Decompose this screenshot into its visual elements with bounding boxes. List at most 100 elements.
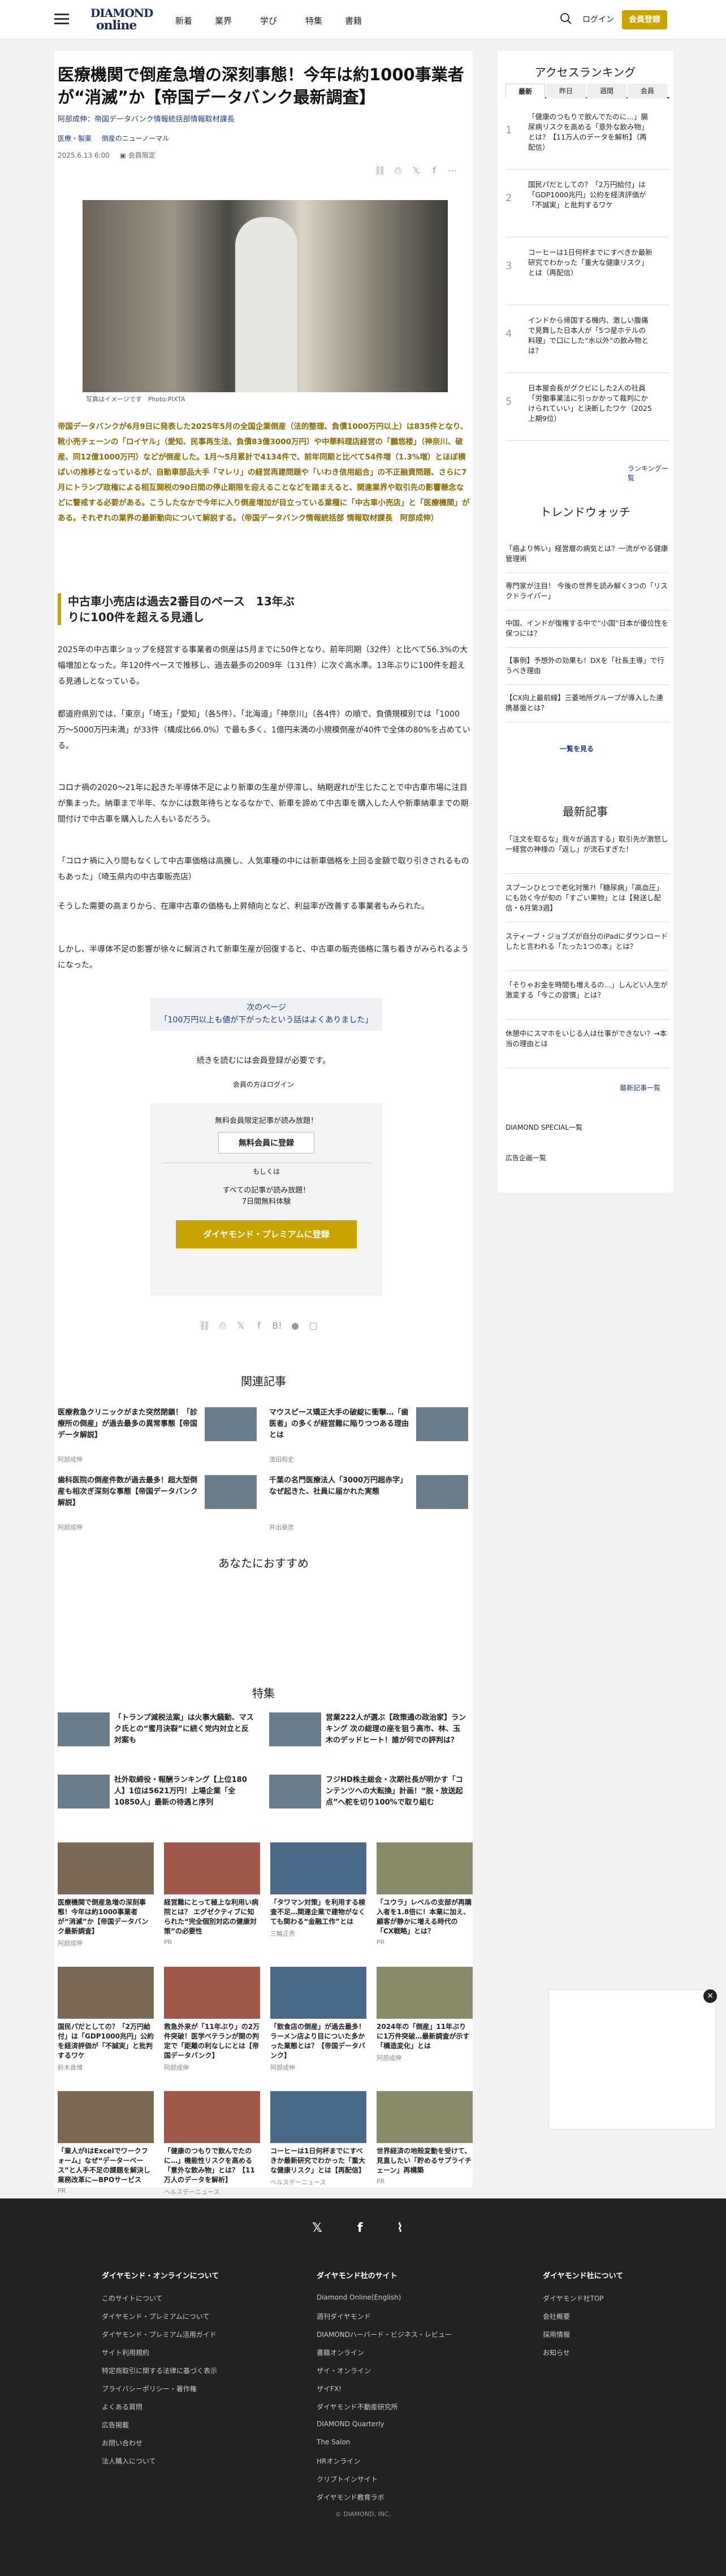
footer-link[interactable]: HRオンライン — [317, 2456, 360, 2466]
footer-link[interactable]: 特定商取引に関する法律に基づく表示 — [102, 2366, 217, 2375]
next-page-link[interactable]: 次のページ 「100万円以上も値が下がったという話はよくありました」 — [150, 998, 382, 1031]
special-item[interactable]: 社外取締役・報酬ランキング【上位180人】1位は5621万円！上場企業「全108… — [58, 1775, 261, 1825]
footer-link[interactable]: 書籍オンライン — [317, 2348, 364, 2357]
special-list-link[interactable]: DIAMOND SPECIAL一覧 — [505, 1122, 582, 1132]
link-icon[interactable]: ⛓ — [196, 1320, 214, 1331]
hatena-icon[interactable]: B! — [268, 1320, 286, 1331]
footer-link[interactable]: 週刊ダイヤモンド — [317, 2312, 371, 2321]
special-item[interactable]: 「トランプ減税法案」は火事大騒動、マスク氏との“蜜月決裂”に続く党内対立と反対案… — [58, 1712, 261, 1763]
nav-special[interactable]: 特集 — [305, 15, 322, 27]
trend-item[interactable]: 「癌より怖い」経営層の病気とは？一流がやる健康管理術 — [505, 540, 669, 573]
tab-weekly[interactable]: 週間 — [587, 84, 626, 98]
footer-link[interactable]: ザイ・オンライン — [317, 2366, 371, 2375]
footer-link[interactable]: サイト利用規約 — [102, 2348, 149, 2357]
special-item[interactable]: 営業222人が選ぶ【政策通の政治家】ランキング 次の総理の座を狙う高市、林、玉木… — [269, 1712, 473, 1763]
trend-more-link[interactable]: 一覧を見る — [560, 744, 594, 753]
footer-link[interactable]: 法人購入について — [102, 2456, 156, 2466]
grid-article[interactable]: 医療機関で倒産急増の深刻事態！今年は約1000事業者が“消滅”か【帝国データバン… — [58, 1842, 154, 1948]
grid-article[interactable]: 救急外来が「11年ぶり」の2万件突破！医学ベテランが関の判定で「距離の利なしにと… — [164, 1967, 260, 2072]
grid-article[interactable]: 「健康のつもりで飲んでたのに…」機能性リスクを高める「意外な飲み物」とは？【11… — [164, 2091, 260, 2196]
grid-article[interactable]: 「業人がIはExcelでワークフォーム」なぜ“データーベース”と人手不足の課題を… — [58, 2091, 154, 2195]
trend-item[interactable]: 【事例】予想外の効果も！DXを「社長主導」で行うべき理由 — [505, 652, 669, 685]
ad-list-link[interactable]: 広告企画一覧 — [505, 1153, 546, 1163]
latest-item[interactable]: スティーブ・ジョブズが自分のiPadにダウンロードしたと言われる「たった1つの本… — [505, 928, 669, 971]
ranking-item[interactable]: 1 「健康のつもりで飲んでたのに…」腸尿病リスクを高める「意外な飲み物」とは？【1… — [505, 107, 669, 170]
ranking-item[interactable]: 2 国民パだとしての？「2万円給付」は「GDP1000兆円」公約を経済評価が「不誠… — [505, 175, 669, 237]
login-link[interactable]: ログイン — [582, 14, 614, 25]
nav-new[interactable]: 新着 — [175, 15, 192, 27]
footer-link[interactable]: DIAMONDハーバード・ビジネス・レビュー — [317, 2330, 452, 2339]
latest-item[interactable]: 休憩中にスマホをいじる人は仕事ができない？→本当の理由とは — [505, 1025, 669, 1068]
more-icon[interactable]: ⋯ — [443, 165, 461, 176]
latest-more-link[interactable]: 最新記事一覧 — [620, 1083, 660, 1092]
facebook-icon[interactable]: f — [425, 165, 443, 176]
grid-article[interactable]: 「飲食店の倒産」が過去最多！ラーメン店より目についた多かった業態とは？【帝国デー… — [270, 1967, 366, 2072]
free-register-button[interactable]: 無料会員に登録 — [218, 1132, 314, 1153]
ranking-item[interactable]: 4 インドから帰国する機内、激しい腹痛で見舞した日本人が「5つ星ホテルの料理」で口… — [505, 311, 669, 373]
ranking-item[interactable]: 5 日本屋会長がグクビにした2人の社員「労働事業法に引っかかって裁判にかけられてい… — [505, 379, 669, 441]
footer-link[interactable]: 会社概要 — [543, 2312, 570, 2321]
footer-link[interactable]: 採用情報 — [543, 2330, 570, 2339]
latest-item[interactable]: 「注文を取るな」我々が過言する」取引先が激怒し一経営の神様の「返し」が流石すぎた… — [505, 831, 669, 874]
facebook-icon[interactable]: f — [250, 1320, 268, 1331]
footer-link[interactable]: よくある質問 — [102, 2402, 142, 2412]
footer-link[interactable]: 広告掲載 — [102, 2420, 129, 2430]
grid-article[interactable]: 世界経済の地殻変動を受けて、見直したい「貯めるサプライチェーン」再構築 PR — [377, 2091, 473, 2185]
ranking-more-link[interactable]: ランキング一覧 — [628, 463, 673, 483]
footer-link[interactable]: クリプトインサイト — [317, 2474, 378, 2484]
footer-link[interactable]: The Salon — [317, 2438, 350, 2446]
footer-link[interactable]: お問い合わせ — [102, 2438, 142, 2448]
grid-article[interactable]: 2024年の「倒産」11年ぶりに1万件突破…最新調査が示す「構造変化」とは 阿部成… — [377, 1967, 473, 2062]
grid-article[interactable]: 経営難にとって極上な利用い病院とは？ エグゼクティブに知られた“完全個別対応の健… — [164, 1842, 260, 1946]
footer-link[interactable]: プライバシーポリシー・著作権 — [102, 2384, 197, 2393]
member-login-link[interactable]: 会員の方はログイン — [54, 1079, 473, 1089]
x-icon[interactable]: 𝕏 — [312, 2221, 322, 2235]
search-icon[interactable] — [560, 12, 572, 25]
site-logo[interactable]: DIAMOND online — [90, 7, 153, 32]
link-icon[interactable]: ⛓ — [371, 165, 389, 176]
grid-article[interactable]: 「タワマン対策」を利用する検査不足…関連企業で建物がなくても関わる“金融工作”と… — [270, 1842, 366, 1938]
nav-learn[interactable]: 学び — [260, 15, 277, 27]
tab-yesterday[interactable]: 昨日 — [546, 84, 586, 98]
close-icon[interactable]: ✕ — [703, 1989, 717, 2003]
pocket-icon[interactable]: ▢ — [304, 1320, 322, 1331]
trend-item[interactable]: 専門家が注目！ 今後の世界を読み解く3つの「リスクドライバー」 — [505, 578, 669, 610]
trend-item[interactable]: 【CX向上最前線】三菱地所グループが導入した連携基盤とは？ — [505, 689, 669, 722]
footer-link[interactable]: Diamond Online(English) — [317, 2293, 401, 2301]
footer-link[interactable]: ダイヤモンド・プレミアムについて — [102, 2312, 209, 2321]
related-item[interactable]: 千葉の名門医療法人「3000万円超赤字」なぜ起きた、社員に届かれた実態 井出豪彦 — [269, 1475, 473, 1560]
print-icon[interactable]: ⎙ — [389, 165, 407, 176]
line-icon[interactable]: ● — [286, 1320, 304, 1331]
floating-ad[interactable] — [548, 1989, 716, 2130]
related-item[interactable]: 歯科医院の倒産件数が過去最多！超大型倒産も相次ぎ深刻な事態【帝国データバンク解説… — [58, 1475, 261, 1560]
nav-industry[interactable]: 業界 — [215, 15, 232, 27]
special-item[interactable]: フジHD株主総会・次期社長が明かす「コンテンツへの大転換」計画！“脱・放送起点”… — [269, 1775, 473, 1825]
print-icon[interactable]: ⎙ — [214, 1320, 232, 1332]
footer-link[interactable]: ダイヤモンド社TOP — [543, 2293, 604, 2303]
tab-member[interactable]: 会員 — [628, 84, 667, 98]
register-button[interactable]: 会員登録 — [622, 10, 667, 29]
grid-article[interactable]: 「ユウラ」レベルの支部が再購入者を1.8倍に！本業に加え、顧客が静かに増える時代… — [377, 1842, 473, 1946]
article-byline[interactable]: 阿部成伸：帝国データバンク情報統括部情報取材課長 — [58, 113, 235, 124]
footer-link[interactable]: ダイヤモンド不動産研究所 — [317, 2402, 398, 2412]
tag-link[interactable]: 倒産のニューノーマル — [102, 135, 169, 142]
ranking-item[interactable]: 3 コーヒーは1日何杯までにすべきか最新研究でわかった「重大な健康リスク」とは（再… — [505, 243, 669, 305]
grid-article[interactable]: コーヒーは1日何杯までにすべきか最新研究でわかった「重大な健康リスク」とは【再配… — [270, 2091, 366, 2187]
x-icon[interactable]: 𝕏 — [232, 1320, 250, 1331]
x-icon[interactable]: 𝕏 — [407, 165, 425, 176]
footer-link[interactable]: このサイトについて — [102, 2293, 163, 2303]
footer-link[interactable]: ダイヤモンド教育ラボ — [317, 2492, 384, 2502]
grid-article[interactable]: 国民パだとしての？「2万円給付」は「GDP1000兆円」公約を経済評価が「不誠実… — [58, 1967, 154, 2072]
footer-link[interactable]: お知らせ — [543, 2348, 570, 2357]
nav-books[interactable]: 書籍 — [345, 15, 362, 27]
tab-latest[interactable]: 最新 — [505, 84, 545, 98]
rss-icon[interactable]: ⌇ — [397, 2221, 403, 2235]
footer-link[interactable]: ダイヤモンド・プレミアム活用ガイド — [102, 2330, 217, 2339]
tag-link[interactable]: 医療・製薬 — [58, 135, 92, 142]
latest-item[interactable]: 「そりゃお金を時間も増えるの…」しんどい人生が激変する「今この習慣」とは？ — [505, 977, 669, 1020]
facebook-icon[interactable]: f — [357, 2221, 363, 2235]
menu-icon[interactable] — [54, 14, 69, 25]
premium-register-button[interactable]: ダイヤモンド・プレミアムに登録 — [176, 1220, 357, 1248]
trend-item[interactable]: 中国、インドが復権する中で“小国”日本が優位性を保つには？ — [505, 615, 669, 648]
footer-link[interactable]: ザイFX! — [317, 2384, 342, 2393]
